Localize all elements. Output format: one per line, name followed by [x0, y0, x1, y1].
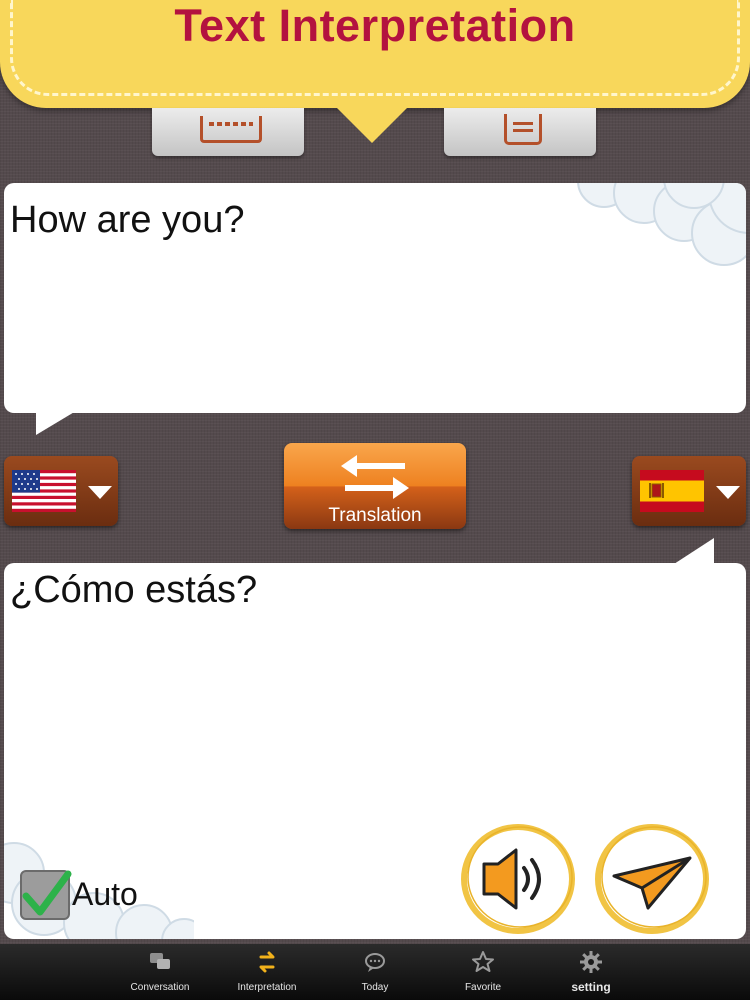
keyboard-input-button[interactable] [152, 108, 304, 156]
swap-arrows-icon [259, 951, 275, 973]
source-panel-tail [36, 411, 76, 435]
target-panel-tail [674, 538, 714, 564]
header-banner: Text Interpretation [0, 0, 750, 108]
source-text[interactable]: How are you? [10, 199, 244, 242]
tab-label: Today [361, 982, 389, 993]
cloud-decoration-icon [577, 183, 746, 266]
tab-interpretation[interactable]: Interpretation [212, 944, 322, 1000]
us-flag-icon [12, 470, 76, 512]
tab-label: Conversation [130, 982, 190, 993]
swap-arrows-icon [341, 455, 409, 499]
tab-label: Interpretation [237, 982, 297, 993]
tab-setting[interactable]: setting [536, 944, 646, 1000]
keyboard-icon [200, 116, 262, 143]
tab-conversation[interactable]: Conversation [105, 944, 215, 1000]
gear-icon [580, 951, 602, 973]
source-text-panel[interactable]: How are you? [4, 183, 746, 413]
speech-bubble-icon [365, 953, 385, 972]
checkmark-icon [22, 870, 72, 916]
banner-pointer [334, 105, 410, 143]
translation-button-label: Translation [328, 505, 422, 526]
bottom-tab-bar: Conversation Interpretation Today Favori… [0, 944, 750, 1000]
auto-label: Auto [72, 876, 138, 912]
target-language-selector[interactable] [632, 456, 746, 526]
target-text: ¿Cómo estás? [10, 569, 258, 611]
chat-bubbles-icon [150, 953, 170, 969]
chevron-down-icon [716, 486, 740, 499]
spain-flag-icon [640, 470, 704, 512]
auto-checkbox[interactable] [20, 870, 72, 920]
tab-label: Favorite [464, 982, 502, 993]
star-icon [472, 951, 494, 972]
chevron-down-icon [88, 486, 112, 499]
tab-favorite[interactable]: Favorite [428, 944, 538, 1000]
tab-today[interactable]: Today [320, 944, 430, 1000]
document-icon [504, 114, 542, 145]
speak-button[interactable] [460, 822, 580, 936]
page-title: Text Interpretation [174, 0, 576, 51]
source-language-selector[interactable] [4, 456, 118, 526]
send-button[interactable] [594, 822, 714, 936]
translation-button[interactable]: Translation [284, 443, 466, 529]
document-input-button[interactable] [444, 108, 596, 156]
tab-label: setting [571, 980, 611, 994]
